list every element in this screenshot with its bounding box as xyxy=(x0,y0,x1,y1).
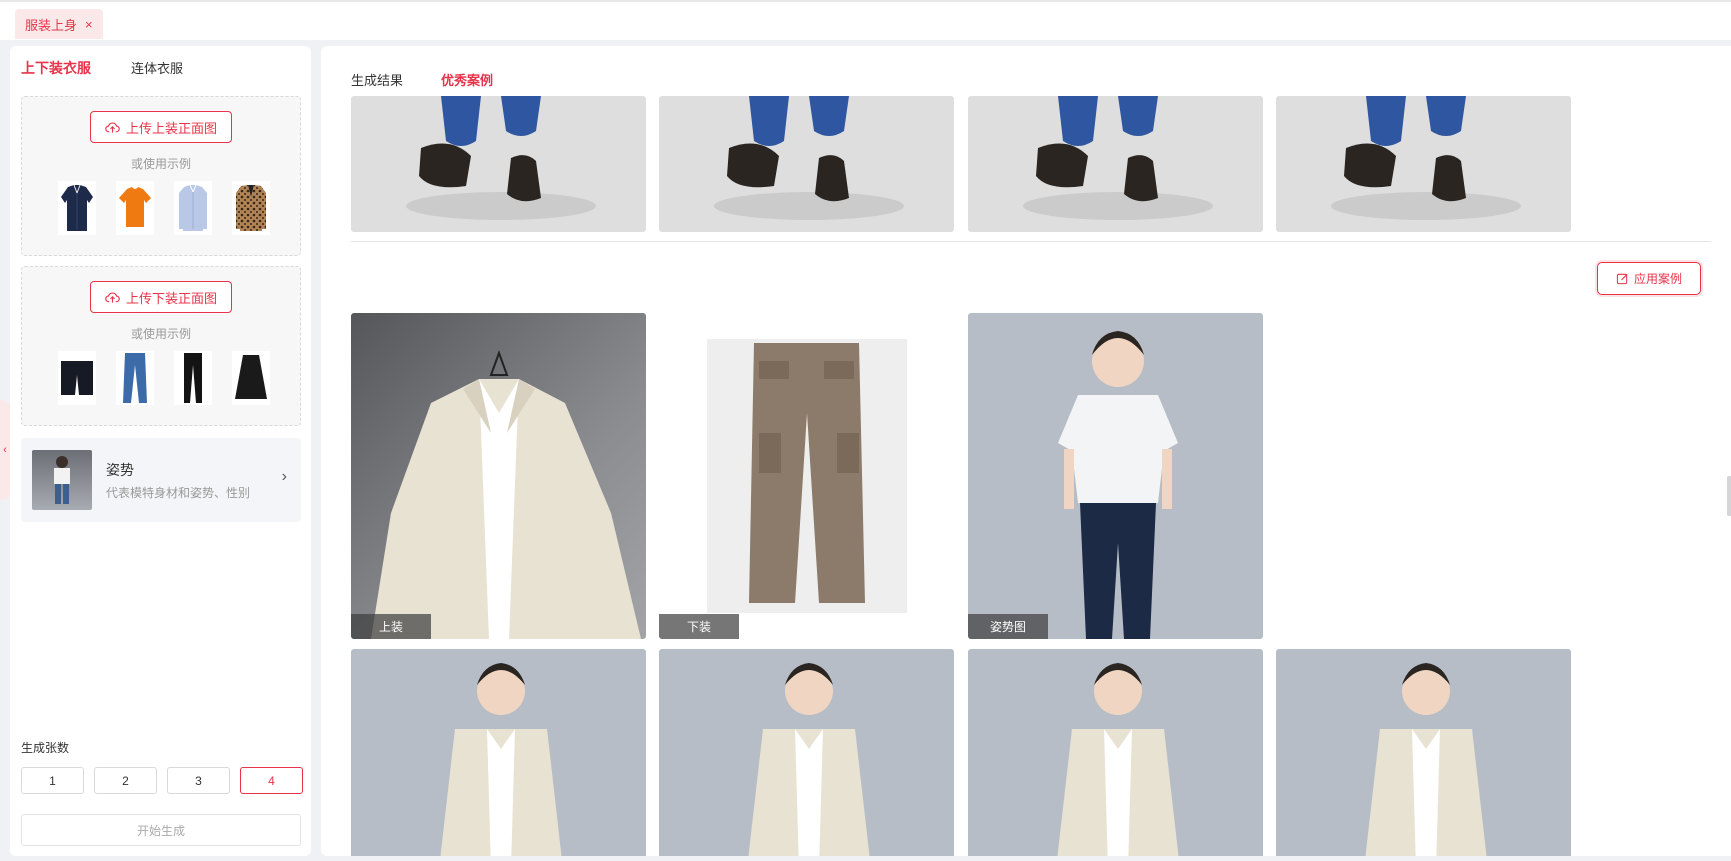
garment-type-tabs: 上下装衣服 连体衣服 xyxy=(21,58,183,78)
image-count-label: 生成张数 xyxy=(21,741,70,755)
pose-title: 姿势 xyxy=(106,462,134,478)
sample-black-shorts[interactable] xyxy=(58,351,96,405)
result-tabs: 生成结果 优秀案例 xyxy=(351,70,493,89)
sample-navy-shirt[interactable] xyxy=(58,181,96,235)
top-example-hint: 或使用示例 xyxy=(130,157,191,171)
top-samples xyxy=(58,181,270,235)
sample-orange-tshirt[interactable] xyxy=(116,181,154,235)
left-panel: 上下装衣服 连体衣服 上传上装正面图 或使用示例 上传下装正面图 或使用示例 姿… xyxy=(10,46,311,856)
upload-top-label: 上传上装正面图 xyxy=(125,120,217,136)
upload-bottom-label: 上传下装正面图 xyxy=(125,290,217,306)
close-icon[interactable]: × xyxy=(85,17,93,32)
tab-clothing-try-on[interactable]: 服装上身 × xyxy=(15,9,103,39)
tab-results[interactable]: 生成结果 xyxy=(351,70,403,89)
pose-selector[interactable]: 姿势 代表模特身材和姿势、性别 › xyxy=(21,438,301,522)
count-option-1[interactable]: 1 xyxy=(21,767,84,794)
cloud-upload-icon xyxy=(105,292,120,303)
tab-bar: 服装上身 × xyxy=(0,0,1731,40)
top-upload-area[interactable]: 上传上装正面图 或使用示例 xyxy=(21,96,301,256)
bottom-example-hint: 或使用示例 xyxy=(130,327,191,341)
tab-one-piece[interactable]: 连体衣服 xyxy=(131,58,183,78)
case-result-image[interactable] xyxy=(1276,649,1571,856)
case-top-garment-image[interactable]: 上装 xyxy=(351,313,646,639)
caption-bottom: 下装 xyxy=(659,614,739,639)
count-option-3[interactable]: 3 xyxy=(167,767,230,794)
section-divider xyxy=(351,241,1711,242)
tab-showcase[interactable]: 优秀案例 xyxy=(441,70,493,89)
count-option-2[interactable]: 2 xyxy=(94,767,157,794)
upload-bottom-button[interactable]: 上传下装正面图 xyxy=(90,281,232,313)
sample-blue-jeans[interactable] xyxy=(116,351,154,405)
start-generate-button[interactable]: 开始生成 xyxy=(21,814,301,846)
bottom-samples xyxy=(58,351,270,405)
case-result-image[interactable] xyxy=(968,649,1263,856)
right-panel: 生成结果 优秀案例 应用案例 上装 下装 姿势图 xyxy=(321,46,1731,856)
sample-black-skirt[interactable] xyxy=(232,351,270,405)
case-result-image[interactable] xyxy=(351,649,646,856)
apply-case-label: 应用案例 xyxy=(1633,272,1682,286)
chevron-left-icon[interactable]: ‹ xyxy=(0,400,10,500)
chevron-right-icon: › xyxy=(281,468,287,485)
previous-result-image[interactable] xyxy=(659,96,954,232)
caption-pose: 姿势图 xyxy=(968,614,1048,639)
sample-leopard-blazer[interactable] xyxy=(232,181,270,235)
case-bottom-garment-image[interactable]: 下装 xyxy=(659,313,954,639)
image-count-options: 1 2 3 4 xyxy=(21,767,303,794)
cloud-upload-icon xyxy=(105,122,120,133)
sample-light-blue-shirt[interactable] xyxy=(174,181,212,235)
apply-case-button[interactable]: 应用案例 xyxy=(1597,262,1701,295)
edit-icon xyxy=(1616,273,1628,285)
scroll-indicator[interactable] xyxy=(1727,476,1731,516)
pose-description: 代表模特身材和姿势、性别 xyxy=(106,486,251,500)
sample-black-trousers[interactable] xyxy=(174,351,212,405)
count-option-4[interactable]: 4 xyxy=(240,767,303,794)
case-result-image[interactable] xyxy=(659,649,954,856)
upload-top-button[interactable]: 上传上装正面图 xyxy=(90,111,232,143)
tab-top-bottom[interactable]: 上下装衣服 xyxy=(21,58,91,78)
tab-label: 服装上身 xyxy=(25,17,78,33)
previous-result-image[interactable] xyxy=(968,96,1263,232)
pose-thumbnail xyxy=(32,450,92,510)
previous-result-image[interactable] xyxy=(351,96,646,232)
previous-result-image[interactable] xyxy=(1276,96,1571,232)
bottom-upload-area[interactable]: 上传下装正面图 或使用示例 xyxy=(21,266,301,426)
case-pose-image[interactable]: 姿势图 xyxy=(968,313,1263,639)
caption-top: 上装 xyxy=(351,614,431,639)
